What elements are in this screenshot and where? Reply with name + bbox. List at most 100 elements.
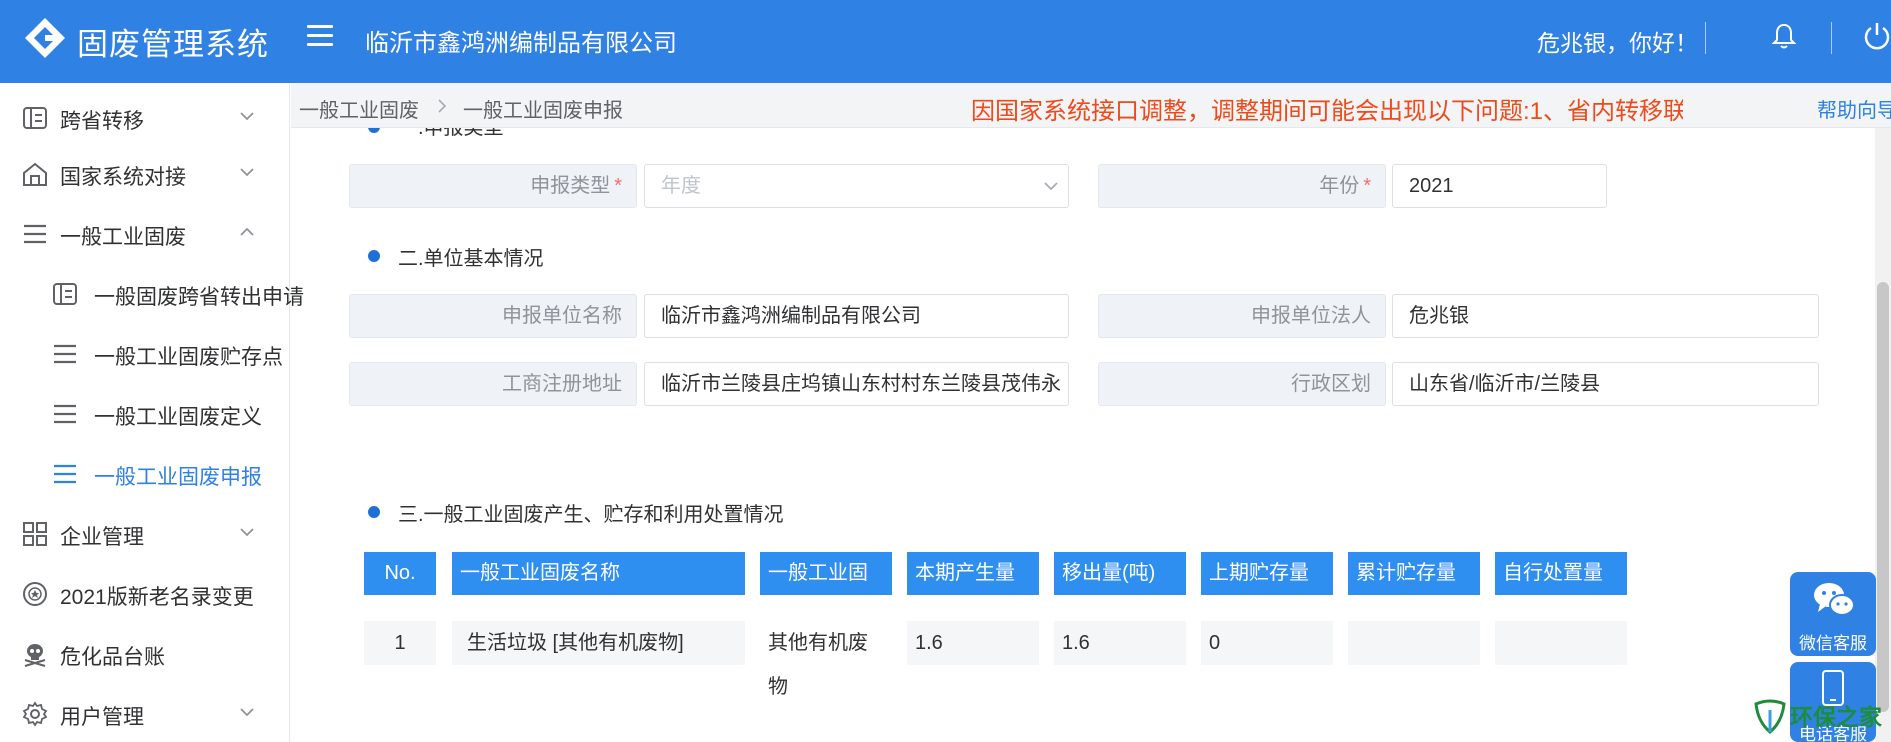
help-guide-link[interactable]: 帮助向导 (1817, 94, 1891, 123)
notice-marquee: 因国家系统接口调整，调整期间可能会出现以下问题:1、省内转移联单: (971, 98, 1683, 125)
chevron-up-icon (240, 227, 254, 236)
report-type-label: 申报类型 * (349, 164, 637, 208)
sidebar-item-label: 一般工业固废贮存点 (94, 346, 283, 369)
table-cell-total-stock[interactable] (1348, 621, 1480, 665)
table-cell-waste-category: 其他有机废 物 (760, 621, 892, 698)
sidebar-item-label: 一般固废跨省转出申请 (94, 286, 304, 309)
sidebar-item-cross-province-transfer[interactable]: 跨省转移 (0, 89, 290, 145)
section-title-report-type: 一.申报类型 (398, 128, 504, 139)
chevron-down-icon (240, 112, 254, 121)
table-cell-no: 1 (364, 621, 436, 665)
category-line-2: 物 (768, 676, 788, 698)
registered-address-label: 工商注册地址 (349, 362, 637, 406)
top-header-bar: 固废管理系统 临沂市鑫鸿洲编制品有限公司 危兆银，你好！ (0, 0, 1891, 83)
scrollbar-thumb[interactable] (1877, 282, 1889, 712)
sidebar-item-label: 一般工业固废定义 (94, 406, 262, 429)
table-header-produced: 本期产生量 (907, 552, 1039, 595)
chevron-down-icon (240, 168, 254, 177)
watermark: 环保之家 (1748, 696, 1882, 742)
report-type-select[interactable]: 年度 (644, 164, 1069, 208)
breadcrumb: 一般工业固废 一般工业固废申报 因国家系统接口调整，调整期间可能会出现以下问题:… (291, 83, 1891, 128)
list-icon (54, 404, 76, 424)
sidebar: 跨省转移 国家系统对接 一般工业固废 一般固废跨省转出申请 一般工业固废贮存点 … (0, 83, 304, 742)
table-header-self-disposed: 自行处置量 (1495, 552, 1627, 595)
building-icon (23, 162, 47, 186)
chevron-right-icon (438, 99, 447, 113)
section-title-unit-basic-info: 二.单位基本情况 (398, 248, 544, 270)
sidebar-item-label: 跨省转移 (60, 110, 144, 133)
table-cell-self-disposed[interactable] (1495, 621, 1627, 665)
sidebar-item-label: 国家系统对接 (60, 166, 186, 189)
admin-region-select[interactable]: 山东省/临沂市/兰陵县 (1392, 362, 1819, 406)
power-icon[interactable] (1862, 21, 1891, 51)
list-icon (54, 344, 76, 364)
bell-icon[interactable] (1771, 22, 1797, 50)
sidebar-item-national-system[interactable]: 国家系统对接 (0, 145, 290, 201)
app-title: 固废管理系统 (77, 27, 269, 62)
emblem-icon (23, 582, 47, 606)
header-divider (1705, 22, 1706, 54)
section-bullet (368, 250, 380, 262)
logo-diamond-icon (25, 18, 65, 58)
wechat-service-button[interactable]: 微信客服 (1790, 572, 1876, 656)
table-cell-last-stock[interactable]: 0 (1201, 621, 1333, 665)
list-icon (24, 224, 46, 244)
unit-name-label: 申报单位名称 (349, 294, 637, 338)
unit-name-input[interactable]: 临沂市鑫鸿洲编制品有限公司 (644, 294, 1069, 338)
chevron-down-icon (240, 708, 254, 717)
watermark-text: 环保之家 (1790, 704, 1882, 730)
year-label: 年份 * (1098, 164, 1386, 208)
wechat-service-label: 微信客服 (1799, 634, 1867, 653)
table-header-transferred: 移出量(吨) (1054, 552, 1186, 595)
legal-person-label: 申报单位法人 (1098, 294, 1386, 338)
chevron-down-icon (240, 528, 254, 537)
list-icon (54, 464, 76, 484)
table-header-last-stock: 上期贮存量 (1201, 552, 1333, 595)
sidebar-item-label: 2021版新老名录变更 (60, 586, 254, 609)
sidebar-item-label: 用户管理 (60, 706, 144, 729)
table-cell-waste-name: 生活垃圾 [其他有机废物] (452, 621, 745, 665)
sidebar-item-cross-province-outbound-application[interactable]: 一般固废跨省转出申请 (0, 265, 304, 321)
sidebar-item-waste-definition[interactable]: 一般工业固废定义 (0, 385, 290, 441)
sidebar-item-waste-declaration[interactable]: 一般工业固废申报 (0, 445, 290, 501)
hamburger-menu-icon[interactable] (307, 25, 333, 47)
section-bullet (368, 128, 380, 133)
header-divider (1831, 22, 1832, 54)
sidebar-item-storage-point[interactable]: 一般工业固废贮存点 (0, 325, 290, 381)
user-greeting[interactable]: 危兆银，你好！ (1537, 24, 1698, 58)
table-header-total-stock: 累计贮存量 (1348, 552, 1480, 595)
registered-address-input[interactable]: 临沂市兰陵县庄坞镇山东村村东兰陵县茂伟永 (644, 362, 1069, 406)
chevron-down-icon (1044, 182, 1058, 191)
sidebar-item-label: 危化品台账 (60, 646, 165, 669)
sidebar-item-label: 一般工业固废申报 (94, 466, 262, 489)
transfer-icon (53, 283, 77, 305)
table-header-waste-name: 一般工业固废名称 (452, 552, 745, 595)
section-bullet (368, 506, 380, 518)
legal-person-input[interactable]: 危兆银 (1392, 294, 1819, 338)
leaf-logo-icon (1754, 699, 1786, 734)
admin-region-label: 行政区划 (1098, 362, 1386, 406)
table-cell-transferred[interactable]: 1.6 (1054, 621, 1186, 665)
sidebar-item-general-industrial-waste[interactable]: 一般工业固废 (0, 205, 290, 261)
breadcrumb-item[interactable]: 一般工业固废 (299, 94, 419, 123)
breadcrumb-item-current: 一般工业固废申报 (463, 100, 623, 122)
transfer-icon (23, 107, 47, 129)
table-header-no: No. (364, 552, 436, 595)
declaration-form: 一.申报类型 申报类型 * 年度 年份 * 2021 二.单位基本情况 申报单位名称… (291, 128, 1875, 742)
gear-icon (22, 701, 48, 727)
grid-icon (23, 522, 47, 546)
section-title-waste-situation: 三.一般工业固废产生、贮存和利用处置情况 (398, 504, 784, 526)
company-name: 临沂市鑫鸿洲编制品有限公司 (365, 30, 677, 57)
table-cell-produced[interactable]: 1.6 (907, 621, 1039, 665)
sidebar-item-label: 企业管理 (60, 526, 144, 549)
wechat-icon (1814, 583, 1855, 616)
sidebar-item-enterprise-management[interactable]: 企业管理 (0, 505, 290, 561)
sidebar-item-label: 一般工业固废 (60, 226, 186, 249)
year-input[interactable]: 2021 (1392, 164, 1607, 208)
table-header-waste-category: 一般工业固 (760, 552, 892, 595)
skull-icon (24, 644, 46, 667)
sidebar-item-hazardous-chemicals-ledger[interactable]: 危化品台账 (0, 625, 290, 681)
sidebar-item-user-management[interactable]: 用户管理 (0, 685, 290, 741)
sidebar-item-catalog-change-2021[interactable]: 2021版新老名录变更 (0, 565, 290, 621)
category-line-1: 其他有机废 (768, 632, 868, 654)
